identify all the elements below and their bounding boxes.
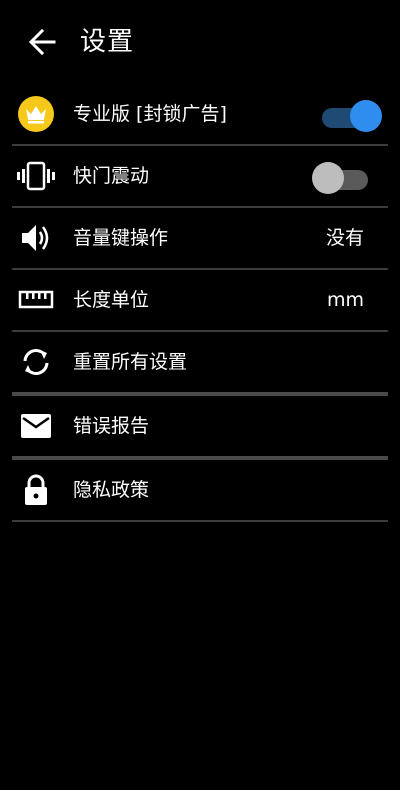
settings-list: 专业版 [封锁广告] 快门震动 音量键操作 没有 长度单位 mm 重置所有设置 …	[0, 84, 400, 522]
pro-toggle[interactable]	[318, 100, 382, 132]
settings-item-reset[interactable]: 重置所有设置	[0, 332, 400, 392]
toggle-thumb	[350, 100, 382, 132]
settings-item-error-report[interactable]: 错误报告	[0, 396, 400, 456]
settings-item-label: 错误报告	[73, 415, 150, 437]
arrow-left-icon	[28, 28, 56, 56]
settings-item-privacy[interactable]: 隐私政策	[0, 460, 400, 520]
settings-item-volume-keys[interactable]: 音量键操作 没有	[0, 208, 400, 268]
speaker-icon	[16, 220, 56, 256]
toggle-thumb	[312, 162, 344, 194]
settings-item-label: 专业版 [封锁广告]	[73, 103, 227, 125]
settings-item-vibrate[interactable]: 快门震动	[0, 146, 400, 206]
settings-item-label: 长度单位	[73, 289, 150, 311]
refresh-icon	[16, 344, 56, 380]
back-button[interactable]	[20, 22, 64, 62]
app-bar: 设置	[0, 0, 400, 84]
vibrate-toggle[interactable]	[312, 162, 374, 194]
lock-icon	[16, 472, 56, 508]
settings-item-length-unit[interactable]: 长度单位 mm	[0, 270, 400, 330]
volume-keys-value: 没有	[325, 227, 364, 249]
settings-item-label: 音量键操作	[73, 227, 169, 249]
mail-icon	[16, 408, 56, 444]
settings-item-label: 重置所有设置	[73, 351, 188, 373]
settings-item-label: 隐私政策	[73, 479, 150, 501]
crown-icon	[16, 96, 56, 132]
length-unit-value: mm	[326, 289, 364, 311]
settings-item-label: 快门震动	[73, 165, 150, 187]
ruler-icon	[16, 282, 56, 318]
settings-item-pro[interactable]: 专业版 [封锁广告]	[0, 84, 400, 144]
divider	[12, 520, 388, 522]
vibration-icon	[16, 158, 56, 194]
page-title: 设置	[80, 27, 135, 57]
